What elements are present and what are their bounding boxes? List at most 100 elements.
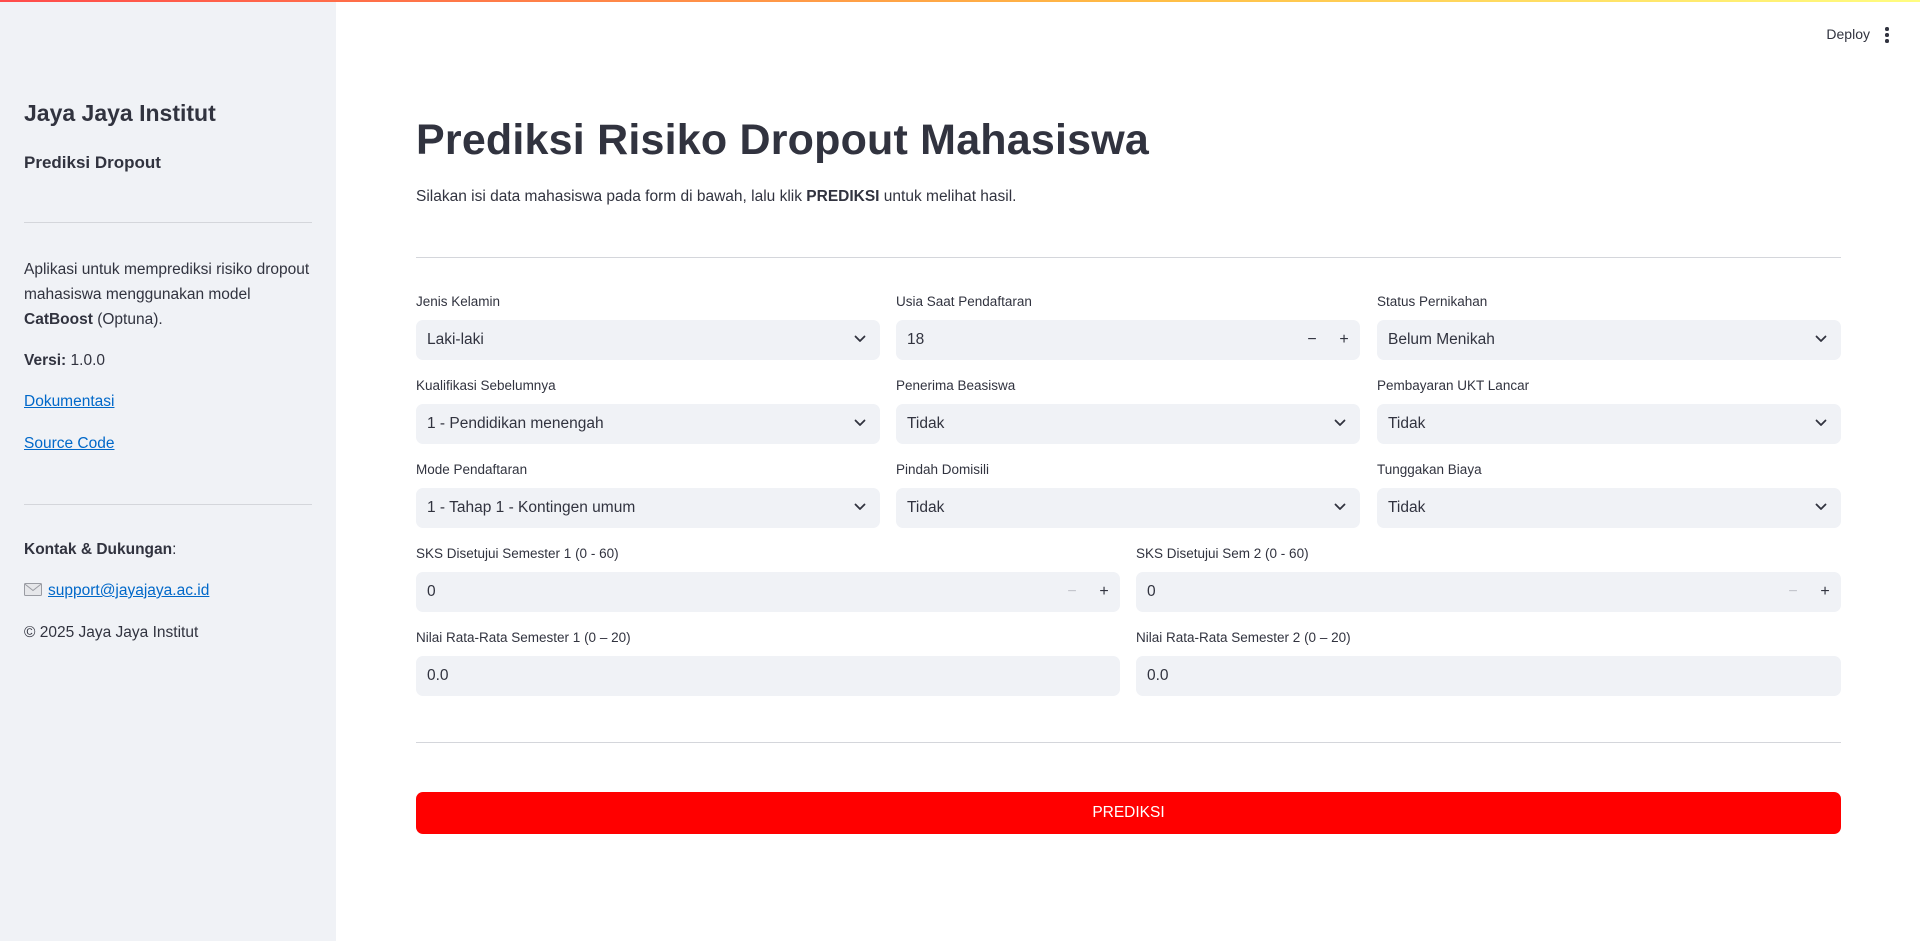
sks1-number-input: 0 − + bbox=[416, 572, 1120, 612]
chevron-down-icon bbox=[1815, 503, 1827, 510]
sidebar-subtitle: Prediksi Dropout bbox=[24, 153, 161, 172]
nilai2-field: Nilai Rata-Rata Semester 2 (0 – 20) 0.0 bbox=[1136, 630, 1841, 696]
chevron-down-icon bbox=[1815, 335, 1827, 342]
field-label: SKS Disetujui Sem 2 (0 - 60) bbox=[1136, 546, 1309, 561]
increment-button[interactable]: + bbox=[1809, 572, 1841, 612]
description-suffix: (Optuna). bbox=[92, 311, 163, 328]
main-content: Prediksi Risiko Dropout Mahasiswa Silaka… bbox=[416, 0, 1841, 941]
field-label: Usia Saat Pendaftaran bbox=[896, 294, 1032, 309]
field-label: Nilai Rata-Rata Semester 1 (0 – 20) bbox=[416, 630, 631, 645]
version-label: Versi: bbox=[24, 352, 67, 369]
status-pernikahan-select[interactable]: Belum Menikah bbox=[1377, 320, 1841, 360]
select-value: 1 - Tahap 1 - Kontingen umum bbox=[427, 499, 636, 516]
source-code-link[interactable]: Source Code bbox=[24, 435, 114, 452]
chevron-down-icon bbox=[854, 503, 866, 510]
tunggakan-select[interactable]: Tidak bbox=[1377, 488, 1841, 528]
number-value[interactable]: 18 bbox=[907, 331, 1296, 349]
version-info: Versi: 1.0.0 bbox=[24, 352, 105, 370]
sks2-number-input: 0 − + bbox=[1136, 572, 1841, 612]
chevron-down-icon bbox=[854, 335, 866, 342]
source-link-row: Source Code bbox=[24, 435, 114, 453]
contact-email-row: support@jayajaya.ac.id bbox=[24, 582, 209, 600]
chevron-down-icon bbox=[1334, 419, 1346, 426]
chevron-down-icon bbox=[1815, 419, 1827, 426]
tunggakan-field: Tunggakan Biaya Tidak bbox=[1377, 462, 1841, 528]
number-value[interactable]: 0 bbox=[427, 583, 1056, 601]
select-value: Tidak bbox=[907, 499, 945, 516]
sidebar: Jaya Jaya Institut Prediksi Dropout Apli… bbox=[0, 0, 336, 941]
sks2-field: SKS Disetujui Sem 2 (0 - 60) 0 − + bbox=[1136, 546, 1841, 612]
select-value: Tidak bbox=[1388, 499, 1426, 516]
jenis-kelamin-field: Jenis Kelamin Laki-laki bbox=[416, 294, 880, 360]
predict-button[interactable]: PREDIKSI bbox=[416, 792, 1841, 834]
intro-suffix: untuk melihat hasil. bbox=[879, 188, 1017, 205]
increment-button[interactable]: + bbox=[1088, 572, 1120, 612]
field-label: Penerima Beasiswa bbox=[896, 378, 1016, 393]
decrement-button[interactable]: − bbox=[1777, 572, 1809, 612]
sks1-field: SKS Disetujui Semester 1 (0 - 60) 0 − + bbox=[416, 546, 1120, 612]
decrement-button[interactable]: − bbox=[1056, 572, 1088, 612]
usia-number-input: 18 − + bbox=[896, 320, 1360, 360]
envelope-icon bbox=[24, 583, 42, 596]
number-value[interactable]: 0 bbox=[1147, 583, 1777, 601]
field-label: Jenis Kelamin bbox=[416, 294, 501, 309]
field-label: Nilai Rata-Rata Semester 2 (0 – 20) bbox=[1136, 630, 1351, 645]
mode-pendaftaran-field: Mode Pendaftaran 1 - Tahap 1 - Kontingen… bbox=[416, 462, 880, 528]
page-intro: Silakan isi data mahasiswa pada form di … bbox=[416, 188, 1017, 206]
docs-link-row: Dokumentasi bbox=[24, 393, 114, 411]
beasiswa-select[interactable]: Tidak bbox=[896, 404, 1360, 444]
page-title: Prediksi Risiko Dropout Mahasiswa bbox=[416, 116, 1150, 164]
intro-text: Silakan isi data mahasiswa pada form di … bbox=[416, 188, 807, 205]
version-value: 1.0.0 bbox=[66, 352, 106, 369]
top-decoration-stripe bbox=[0, 0, 1920, 2]
nilai1-field: Nilai Rata-Rata Semester 1 (0 – 20) 0.0 bbox=[416, 630, 1120, 696]
beasiswa-field: Penerima Beasiswa Tidak bbox=[896, 378, 1360, 444]
input-value: 0.0 bbox=[427, 667, 449, 684]
contact-colon: : bbox=[172, 541, 177, 558]
ukt-field: Pembayaran UKT Lancar Tidak bbox=[1377, 378, 1841, 444]
input-value: 0.0 bbox=[1147, 667, 1169, 684]
sidebar-divider bbox=[24, 504, 312, 505]
section-divider bbox=[416, 257, 1841, 258]
docs-link[interactable]: Dokumentasi bbox=[24, 393, 114, 410]
field-label: Tunggakan Biaya bbox=[1377, 462, 1482, 477]
field-label: Mode Pendaftaran bbox=[416, 462, 528, 477]
kualifikasi-field: Kualifikasi Sebelumnya 1 - Pendidikan me… bbox=[416, 378, 880, 444]
model-name: CatBoost bbox=[24, 311, 93, 328]
section-divider bbox=[416, 742, 1841, 743]
select-value: Belum Menikah bbox=[1388, 331, 1495, 348]
field-label: Status Pernikahan bbox=[1377, 294, 1488, 309]
usia-field: Usia Saat Pendaftaran 18 − + bbox=[896, 294, 1360, 360]
sidebar-title: Jaya Jaya Institut bbox=[24, 100, 216, 126]
chevron-down-icon bbox=[1334, 503, 1346, 510]
more-vertical-icon[interactable] bbox=[1884, 27, 1890, 43]
ukt-select[interactable]: Tidak bbox=[1377, 404, 1841, 444]
copyright: © 2025 Jaya Jaya Institut bbox=[24, 624, 199, 641]
chevron-down-icon bbox=[854, 419, 866, 426]
select-value: Laki-laki bbox=[427, 331, 484, 348]
decrement-button[interactable]: − bbox=[1296, 320, 1328, 360]
domisili-select[interactable]: Tidak bbox=[896, 488, 1360, 528]
nilai2-input[interactable]: 0.0 bbox=[1136, 656, 1841, 696]
description-text: Aplikasi untuk memprediksi risiko dropou… bbox=[24, 261, 310, 303]
sidebar-description: Aplikasi untuk memprediksi risiko dropou… bbox=[24, 257, 316, 332]
contact-label: Kontak & Dukungan bbox=[24, 541, 173, 558]
support-email-link[interactable]: support@jayajaya.ac.id bbox=[48, 582, 209, 599]
increment-button[interactable]: + bbox=[1328, 320, 1360, 360]
select-value: 1 - Pendidikan menengah bbox=[427, 415, 604, 432]
intro-emphasis: PREDIKSI bbox=[806, 188, 880, 205]
contact-heading: Kontak & Dukungan: bbox=[24, 541, 176, 559]
select-value: Tidak bbox=[907, 415, 945, 432]
field-label: Kualifikasi Sebelumnya bbox=[416, 378, 556, 393]
domisili-field: Pindah Domisili Tidak bbox=[896, 462, 1360, 528]
field-label: Pindah Domisili bbox=[896, 462, 990, 477]
kualifikasi-select[interactable]: 1 - Pendidikan menengah bbox=[416, 404, 880, 444]
select-value: Tidak bbox=[1388, 415, 1426, 432]
sidebar-divider bbox=[24, 222, 312, 223]
field-label: SKS Disetujui Semester 1 (0 - 60) bbox=[416, 546, 619, 561]
field-label: Pembayaran UKT Lancar bbox=[1377, 378, 1530, 393]
status-pernikahan-field: Status Pernikahan Belum Menikah bbox=[1377, 294, 1841, 360]
jenis-kelamin-select[interactable]: Laki-laki bbox=[416, 320, 880, 360]
nilai1-input[interactable]: 0.0 bbox=[416, 656, 1120, 696]
mode-pendaftaran-select[interactable]: 1 - Tahap 1 - Kontingen umum bbox=[416, 488, 880, 528]
